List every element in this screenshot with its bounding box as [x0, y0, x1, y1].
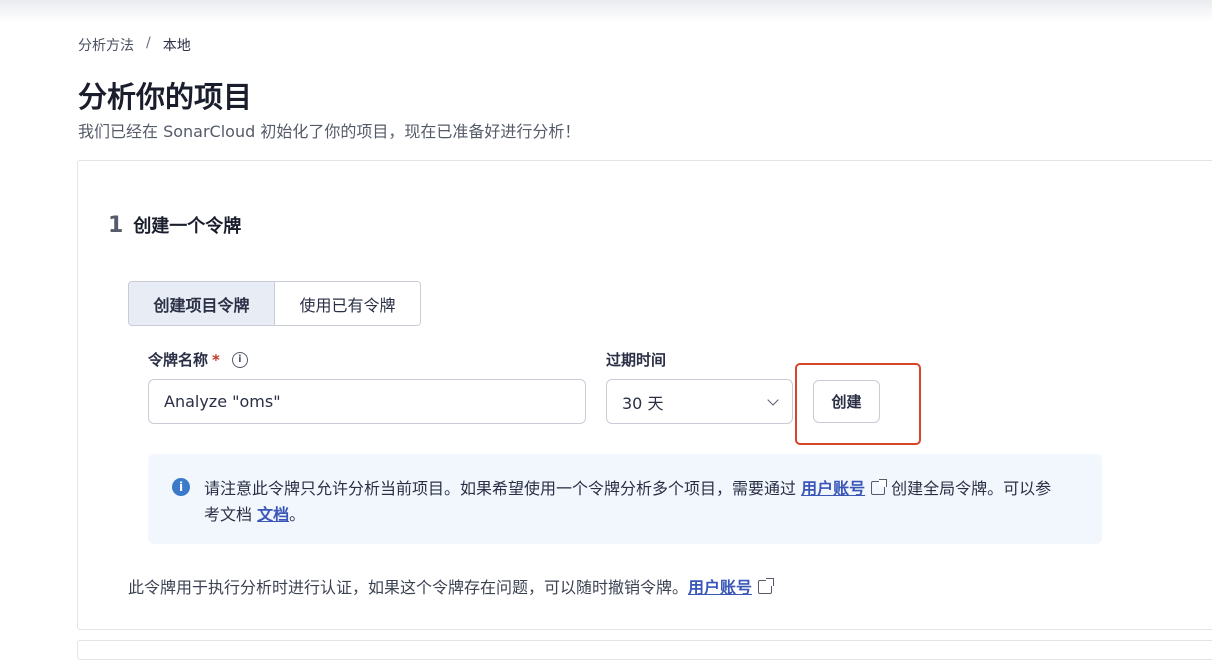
required-mark: *: [212, 350, 220, 369]
footer-user-account-link[interactable]: 用户账号: [688, 578, 752, 597]
token-name-label-row: 令牌名称 * i: [148, 349, 248, 370]
token-name-input[interactable]: Analyze "oms": [148, 379, 586, 424]
external-link-icon[interactable]: [758, 578, 775, 594]
note-text-before: 请注意此令牌只允许分析当前项目。如果希望使用一个令牌分析多个项目，需要通过: [204, 479, 797, 498]
step-title: 创建一个令牌: [133, 216, 242, 237]
step-number: 1: [108, 213, 124, 238]
note-text-end: 。: [289, 505, 306, 524]
external-link-icon[interactable]: [871, 479, 888, 495]
token-type-toggle: 创建项目令牌 使用已有令牌: [128, 281, 421, 326]
breadcrumb: 分析方法 / 本地: [78, 35, 191, 55]
info-icon[interactable]: i: [231, 351, 248, 368]
footer-text: 此令牌用于执行分析时进行认证，如果这个令牌存在问题，可以随时撤销令牌。用户账号: [128, 574, 778, 598]
info-circle-icon: i: [172, 478, 190, 496]
docs-link[interactable]: 文档: [257, 505, 289, 524]
footer-description: 此令牌用于执行分析时进行认证，如果这个令牌存在问题，可以随时撤销令牌。: [128, 578, 689, 597]
breadcrumb-parent[interactable]: 分析方法: [78, 35, 134, 55]
page-title: 分析你的项目: [78, 80, 253, 114]
token-name-label: 令牌名称: [148, 351, 209, 369]
chevron-down-icon: [767, 393, 779, 406]
token-name-value: Analyze "oms": [164, 392, 281, 411]
create-token-button[interactable]: 创建: [813, 380, 880, 423]
create-project-token-tab[interactable]: 创建项目令牌: [129, 282, 275, 325]
breadcrumb-current: 本地: [162, 38, 191, 54]
expiry-value: 30 天: [622, 393, 664, 413]
info-note-text: 请注意此令牌只允许分析当前项目。如果希望使用一个令牌分析多个项目，需要通过 用户…: [204, 476, 1064, 528]
expiry-select[interactable]: 30 天: [606, 379, 793, 424]
page-subtitle: 我们已经在 SonarCloud 初始化了你的项目，现在已准备好进行分析！: [78, 122, 581, 141]
use-existing-token-tab[interactable]: 使用已有令牌: [275, 282, 420, 325]
next-step-card: [77, 640, 1212, 660]
user-account-link[interactable]: 用户账号: [801, 479, 865, 498]
top-bar-shadow: [0, 0, 1212, 22]
step-heading: 1 创建一个令牌: [108, 212, 241, 238]
breadcrumb-separator: /: [146, 35, 151, 51]
expiry-label: 过期时间: [606, 351, 667, 369]
expiry-label-row: 过期时间: [606, 349, 666, 370]
